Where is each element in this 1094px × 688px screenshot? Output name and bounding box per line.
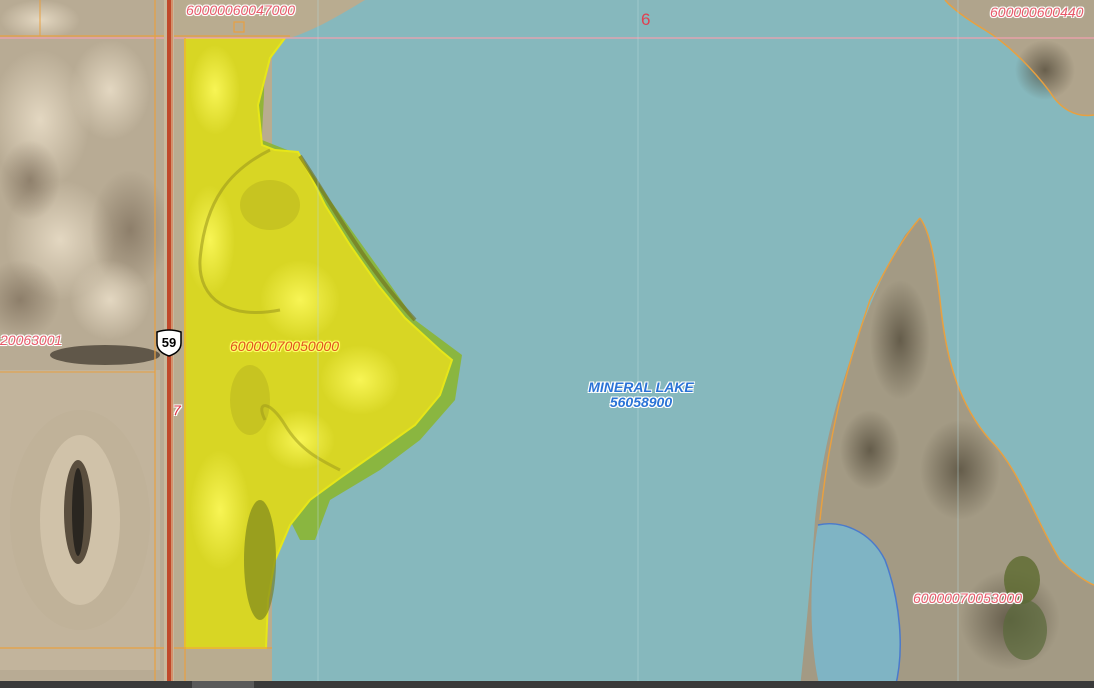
section-number-label: 6 [641,10,651,29]
lake-id: 56058900 [609,394,673,411]
lake-name: MINERAL LAKE [588,379,694,395]
parcel-label-north-center[interactable]: 60000060047000 [186,3,295,17]
highway-number: 59 [161,335,177,350]
parcel-label-north-right[interactable]: 600000600440 [990,5,1083,19]
lake-label[interactable]: MINERAL LAKE 56058900 [579,379,703,411]
parcel-label-east-peninsula[interactable]: 60000070053000 [913,591,1022,605]
bottom-toolbar-tab[interactable] [192,681,254,688]
bottom-toolbar [0,681,1094,688]
parcel-label-west[interactable]: 20063001 [0,333,62,347]
parcel-label-selected[interactable]: 60000070050000 [230,339,339,353]
us-highway-shield-icon: 59 [154,329,184,357]
parcel-label-fragment: 7 [173,402,181,418]
